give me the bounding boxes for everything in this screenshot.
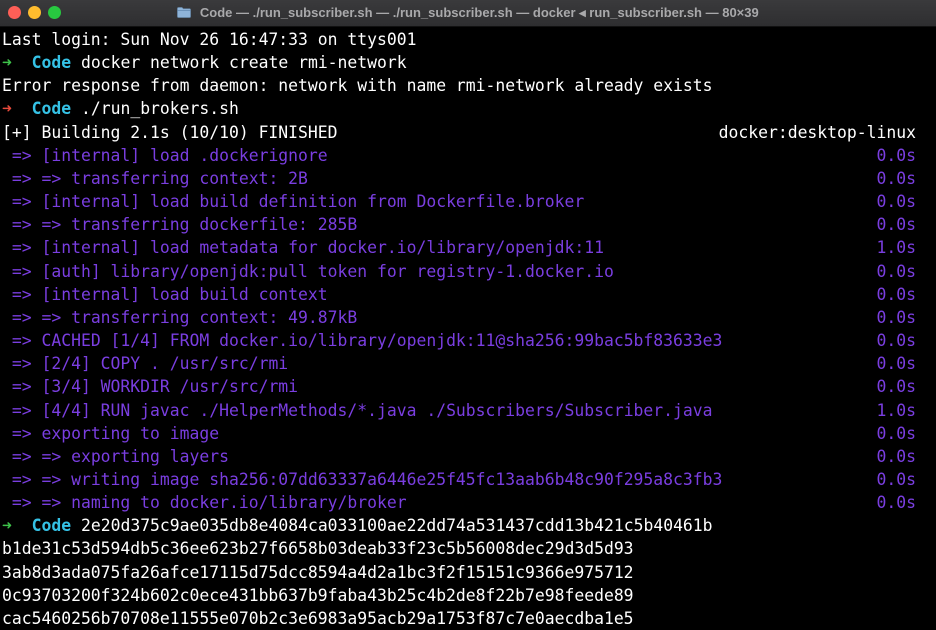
build-step-text: => [internal] load .dockerignore [11,145,328,165]
build-step-text: => [internal] load build definition from… [11,192,585,212]
command-text: docker network create rmi-network [80,53,407,73]
build-step-time: 0.0s [876,168,916,188]
container-id-text: 3ab8d3ada075fa26afce17115d75dcc8594a4d2a… [2,562,634,582]
build-step-line: => => writing image sha256:07dd63337a644… [2,468,932,491]
folder-icon [177,7,192,18]
build-step-line: => [2/4] COPY . /usr/src/rmi 0.0s [2,352,932,375]
build-step-line: => [internal] load metadata for docker.i… [2,236,932,259]
error-line: Error response from daemon: network with… [2,74,932,97]
build-step-time: 0.0s [876,469,916,489]
build-step-line: => => transferring context: 2B 0.0s [2,167,932,190]
build-step-text: => [4/4] RUN javac ./HelperMethods/*.jav… [11,400,713,420]
build-step-line: => exporting to image 0.0s [2,422,932,445]
build-step-text: => [internal] load metadata for docker.i… [11,238,604,258]
title-bar[interactable]: Code — ./run_subscriber.sh — ./run_subsc… [0,0,936,27]
container-id-line: 3ab8d3ada075fa26afce17115d75dcc8594a4d2a… [2,561,932,584]
build-step-text: => => writing image sha256:07dd63337a644… [11,469,723,489]
build-step-line: => [internal] load .dockerignore 0.0s [2,144,932,167]
prompt-arrow-icon: ➜ [2,53,12,73]
container-id-text: cac5460256b70708e11555e070b2c3e6983a95ac… [2,608,634,628]
build-step-text: => [3/4] WORKDIR /usr/src/rmi [11,377,299,397]
build-step-line: => [auth] library/openjdk:pull token for… [2,260,932,283]
prompt-line: ➜ Code ./run_brokers.sh [2,97,932,120]
build-step-time: 0.0s [876,307,916,327]
build-step-time: 0.0s [876,446,916,466]
container-id-text: b1de31c53d594db5c36ee623b27f6658b03deab3… [2,539,634,559]
window-title: Code — ./run_subscriber.sh — ./run_subsc… [0,0,936,26]
build-step-time: 0.0s [876,192,916,212]
build-step-text: => [internal] load build context [11,284,328,304]
build-status: [+] Building 2.1s (10/10) FINISHED [2,122,338,142]
build-step-time: 0.0s [876,261,916,281]
build-step-line: => => naming to docker.io/library/broker… [2,491,932,514]
build-step-line: => => transferring dockerfile: 285B 0.0s [2,213,932,236]
last-login-text: Last login: Sun Nov 26 16:47:33 on ttys0… [2,30,417,49]
build-step-line: => [3/4] WORKDIR /usr/src/rmi 0.0s [2,375,932,398]
build-step-time: 0.0s [876,145,916,165]
last-login-line: Last login: Sun Nov 26 16:47:33 on ttys0… [2,28,932,51]
build-step-line: => [internal] load build definition from… [2,190,932,213]
container-id-text: 0c93703200f324b602c0ece431bb637b9faba43b… [2,585,634,605]
build-step-text: => => exporting layers [11,446,229,466]
container-id-line: cac5460256b70708e11555e070b2c3e6983a95ac… [2,607,932,630]
build-step-line: => => transferring context: 49.87kB 0.0s [2,306,932,329]
build-step-text: => => naming to docker.io/library/broker [11,493,407,513]
prompt-arrow-icon: ➜ [2,516,12,536]
prompt-line: ➜ Code 2e20d375c9ae035db8e4084ca033100ae… [2,514,932,537]
build-step-time: 1.0s [876,400,916,420]
command-text: ./run_brokers.sh [80,99,239,119]
prompt-line: ➜ Code docker network create rmi-network [2,51,932,74]
build-step-text: => CACHED [1/4] FROM docker.io/library/o… [11,331,723,351]
container-id-line: b1de31c53d594db5c36ee623b27f6658b03deab3… [2,537,932,560]
build-step-line: => [4/4] RUN javac ./HelperMethods/*.jav… [2,399,932,422]
build-step-time: 0.0s [876,331,916,351]
prompt-directory: Code [31,53,72,73]
build-step-line: => CACHED [1/4] FROM docker.io/library/o… [2,329,932,352]
prompt-arrow-icon: ➜ [2,99,12,119]
prompt-directory: Code [31,99,72,119]
build-step-time: 0.0s [876,354,916,374]
build-header-line: [+] Building 2.1s (10/10) FINISHED docker… [2,121,932,144]
build-step-time: 0.0s [876,284,916,304]
build-step-time: 1.0s [876,238,916,258]
build-step-text: => [auth] library/openjdk:pull token for… [11,261,614,281]
build-step-time: 0.0s [876,377,916,397]
build-step-line: => [internal] load build context 0.0s [2,283,932,306]
build-step-line: => => exporting layers 0.0s [2,445,932,468]
build-step-text: => => transferring context: 2B [11,168,308,188]
terminal-output[interactable]: Last login: Sun Nov 26 16:47:33 on ttys0… [2,28,932,630]
window-title-text: Code — ./run_subscriber.sh — ./run_subsc… [199,5,759,20]
build-step-time: 0.0s [876,215,916,235]
container-id-text: 2e20d375c9ae035db8e4084ca033100ae22dd74a… [80,516,713,536]
error-text: Error response from daemon: network with… [2,76,713,96]
build-context: docker:desktop-linux [718,122,916,142]
build-step-text: => exporting to image [11,423,220,443]
container-id-line: 0c93703200f324b602c0ece431bb637b9faba43b… [2,584,932,607]
build-step-text: => => transferring context: 49.87kB [11,307,358,327]
build-step-text: => [2/4] COPY . /usr/src/rmi [11,354,289,374]
terminal-window: Code — ./run_subscriber.sh — ./run_subsc… [0,0,936,630]
prompt-directory: Code [31,516,72,536]
build-step-text: => => transferring dockerfile: 285B [11,215,358,235]
build-step-time: 0.0s [876,493,916,513]
build-step-time: 0.0s [876,423,916,443]
